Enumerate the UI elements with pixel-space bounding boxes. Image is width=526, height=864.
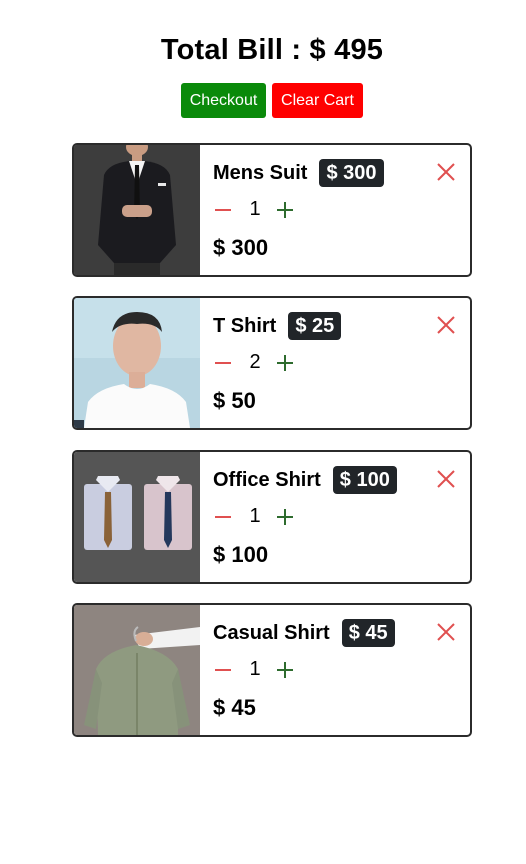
price-badge: $ 25 [288, 312, 342, 340]
item-quantity: 1 [249, 505, 261, 527]
cart-actions: Checkout Clear Cart [181, 83, 363, 118]
cart-item: Office Shirt $ 100 1 $ 100 [72, 450, 472, 584]
minus-icon[interactable] [213, 659, 235, 681]
checkout-button[interactable]: Checkout [181, 83, 266, 118]
item-subtotal: $ 45 [213, 695, 256, 720]
close-icon[interactable] [436, 162, 456, 182]
close-icon[interactable] [436, 315, 456, 335]
close-icon[interactable] [436, 622, 456, 642]
item-subtotal: $ 50 [213, 388, 256, 413]
plus-icon[interactable] [275, 199, 297, 221]
cart-item: T Shirt $ 25 2 $ 50 [72, 296, 472, 430]
clear-cart-button[interactable]: Clear Cart [272, 83, 363, 118]
minus-icon[interactable] [213, 506, 235, 528]
item-name: Office Shirt [213, 468, 321, 491]
product-image-mens-suit [74, 145, 200, 275]
product-image-t-shirt [74, 298, 200, 428]
price-badge: $ 100 [332, 466, 397, 494]
item-name: Casual Shirt [213, 621, 330, 644]
plus-icon[interactable] [275, 659, 297, 681]
item-name: T Shirt [213, 314, 277, 337]
item-quantity: 2 [249, 351, 261, 373]
cart-item: Mens Suit $ 300 1 $ 300 [72, 143, 472, 277]
price-badge: $ 300 [319, 159, 384, 187]
item-quantity: 1 [249, 198, 261, 220]
item-name: Mens Suit [213, 161, 308, 184]
item-subtotal: $ 300 [213, 235, 269, 260]
item-quantity: 1 [249, 658, 261, 680]
item-subtotal: $ 100 [213, 542, 269, 567]
minus-icon[interactable] [213, 199, 235, 221]
plus-icon[interactable] [275, 352, 297, 374]
cart-item: Casual Shirt $ 45 1 $ 45 [72, 603, 472, 737]
minus-icon[interactable] [213, 352, 235, 374]
product-image-office-shirt [74, 452, 200, 582]
price-badge: $ 45 [341, 619, 395, 647]
product-image-casual-shirt [74, 605, 200, 735]
close-icon[interactable] [436, 469, 456, 489]
plus-icon[interactable] [275, 506, 297, 528]
total-bill: Total Bill : $ 495 [160, 34, 384, 66]
